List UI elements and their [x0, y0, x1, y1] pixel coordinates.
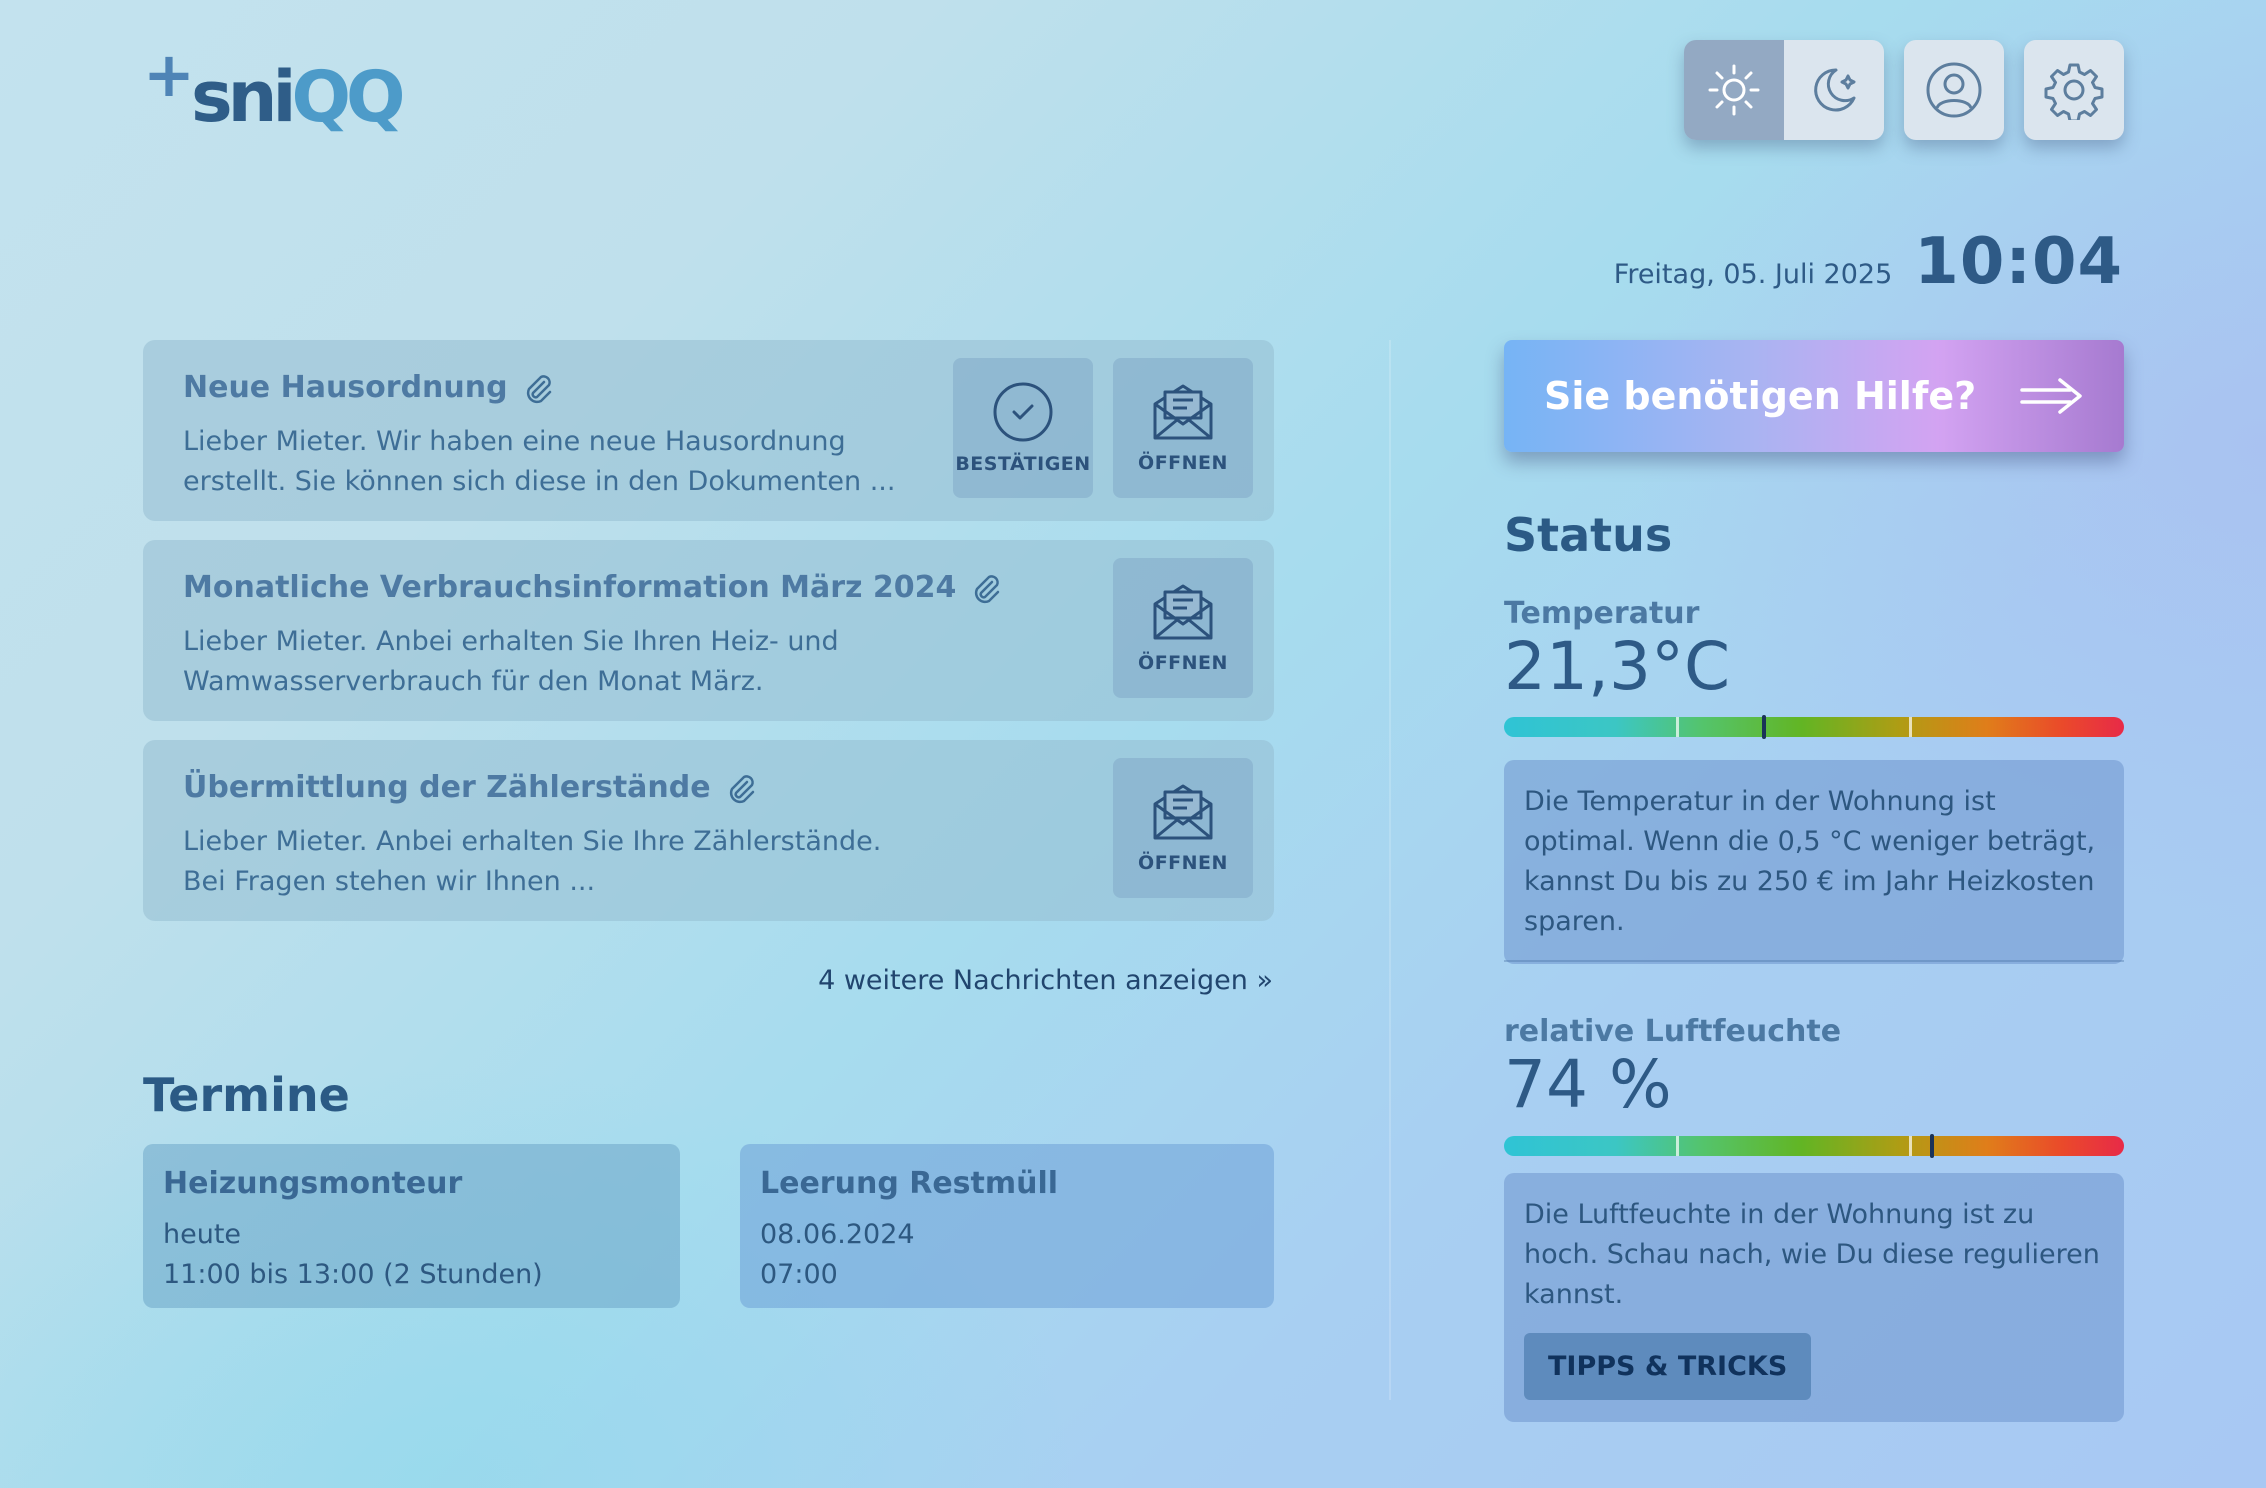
tips-button[interactable]: TIPPS & TRICKS	[1524, 1333, 1812, 1400]
appointment-time: 11:00 bis 13:00 (2 Stunden)	[163, 1259, 543, 1290]
appointment-title: Heizungsmonteur	[163, 1166, 463, 1201]
message-card[interactable]: Neue Hausordnung Lieber Mieter. Wir habe…	[143, 340, 1274, 521]
humidity-marker	[1929, 1134, 1934, 1158]
open-button-label: ÖFFNEN	[1138, 452, 1228, 474]
settings-button[interactable]	[2024, 40, 2124, 140]
appointment-title: Leerung Restmüll	[760, 1166, 1059, 1201]
current-time: 10:04	[1914, 225, 2123, 299]
message-title: Neue Hausordnung	[183, 370, 554, 405]
paperclip-icon	[975, 574, 1000, 603]
open-button-label: ÖFFNEN	[1138, 652, 1228, 674]
scale-separator	[1909, 1136, 1912, 1156]
appointment-date: 08.06.2024	[760, 1219, 915, 1250]
logo-text: sniQQ	[190, 56, 406, 138]
check-circle-icon	[993, 382, 1053, 442]
appointments-heading: Termine	[143, 1068, 350, 1122]
appointment-time: 07:00	[760, 1259, 838, 1290]
column-divider	[1389, 340, 1391, 1400]
scale-separator	[1909, 717, 1912, 737]
temperature-label: Temperatur	[1504, 596, 1700, 631]
sun-icon	[1708, 64, 1760, 116]
message-card[interactable]: Übermittlung der Zählerstände Lieber Mie…	[143, 740, 1274, 921]
message-card[interactable]: Monatliche Verbrauchsinformation März 20…	[143, 540, 1274, 721]
confirm-button[interactable]: BESTÄTIGEN	[953, 358, 1093, 498]
temperature-info: Die Temperatur in der Wohnung ist optima…	[1504, 760, 2124, 964]
status-heading: Status	[1504, 508, 1673, 562]
theme-toggle[interactable]	[1684, 40, 1884, 140]
appointment-card[interactable]: Leerung Restmüll 08.06.2024 07:00	[740, 1144, 1274, 1308]
temperature-value: 21,3°C	[1504, 628, 1731, 705]
message-preview: Lieber Mieter. Wir haben eine neue Hauso…	[183, 426, 896, 497]
open-button[interactable]: ÖFFNEN	[1113, 758, 1253, 898]
profile-button[interactable]	[1904, 40, 2004, 140]
scale-separator	[1676, 1136, 1679, 1156]
temperature-scale	[1504, 715, 2124, 739]
envelope-open-icon	[1153, 384, 1213, 440]
message-title: Monatliche Verbrauchsinformation März 20…	[183, 570, 1002, 605]
envelope-open-icon	[1153, 784, 1213, 840]
message-preview: Lieber Mieter. Anbei erhalten Sie Ihren …	[183, 626, 839, 697]
humidity-info: Die Luftfeuchte in der Wohnung ist zu ho…	[1504, 1173, 2124, 1422]
appointment-date: heute	[163, 1219, 242, 1250]
light-mode-button[interactable]	[1684, 40, 1784, 140]
datetime-display: Freitag, 05. Juli 2025 10:04	[1614, 225, 2123, 299]
open-button[interactable]: ÖFFNEN	[1113, 558, 1253, 698]
gear-icon	[2044, 63, 2104, 120]
moon-icon	[1814, 68, 1856, 112]
logo-plus: +	[143, 38, 195, 111]
humidity-label: relative Luftfeuchte	[1504, 1014, 1842, 1049]
humidity-scale	[1504, 1134, 2124, 1158]
user-icon	[1926, 62, 1982, 118]
temperature-marker	[1762, 715, 1767, 739]
scale-separator	[1676, 717, 1679, 737]
help-button[interactable]: Sie benötigen Hilfe?	[1504, 340, 2124, 452]
app-logo: + sniQQ	[143, 44, 406, 152]
message-preview: Lieber Mieter. Anbei erhalten Sie Ihre Z…	[183, 826, 882, 897]
paperclip-icon	[729, 774, 754, 803]
message-title: Übermittlung der Zählerstände	[183, 770, 757, 805]
appointment-card[interactable]: Heizungsmonteur heute 11:00 bis 13:00 (2…	[143, 1144, 680, 1308]
arrow-right-icon	[2020, 378, 2082, 414]
dark-mode-button[interactable]	[1784, 40, 1884, 140]
section-divider	[1504, 960, 2124, 962]
more-messages-link[interactable]: 4 weitere Nachrichten anzeigen »	[818, 965, 1273, 996]
humidity-value: 74 %	[1504, 1046, 1672, 1123]
envelope-open-icon	[1153, 584, 1213, 640]
confirm-button-label: BESTÄTIGEN	[955, 453, 1091, 475]
humidity-info-text: Die Luftfeuchte in der Wohnung ist zu ho…	[1524, 1199, 2100, 1310]
open-button[interactable]: ÖFFNEN	[1113, 358, 1253, 498]
current-date: Freitag, 05. Juli 2025	[1613, 259, 1893, 290]
help-button-label: Sie benötigen Hilfe?	[1544, 374, 1977, 418]
paperclip-icon	[526, 374, 551, 403]
open-button-label: ÖFFNEN	[1138, 852, 1228, 874]
